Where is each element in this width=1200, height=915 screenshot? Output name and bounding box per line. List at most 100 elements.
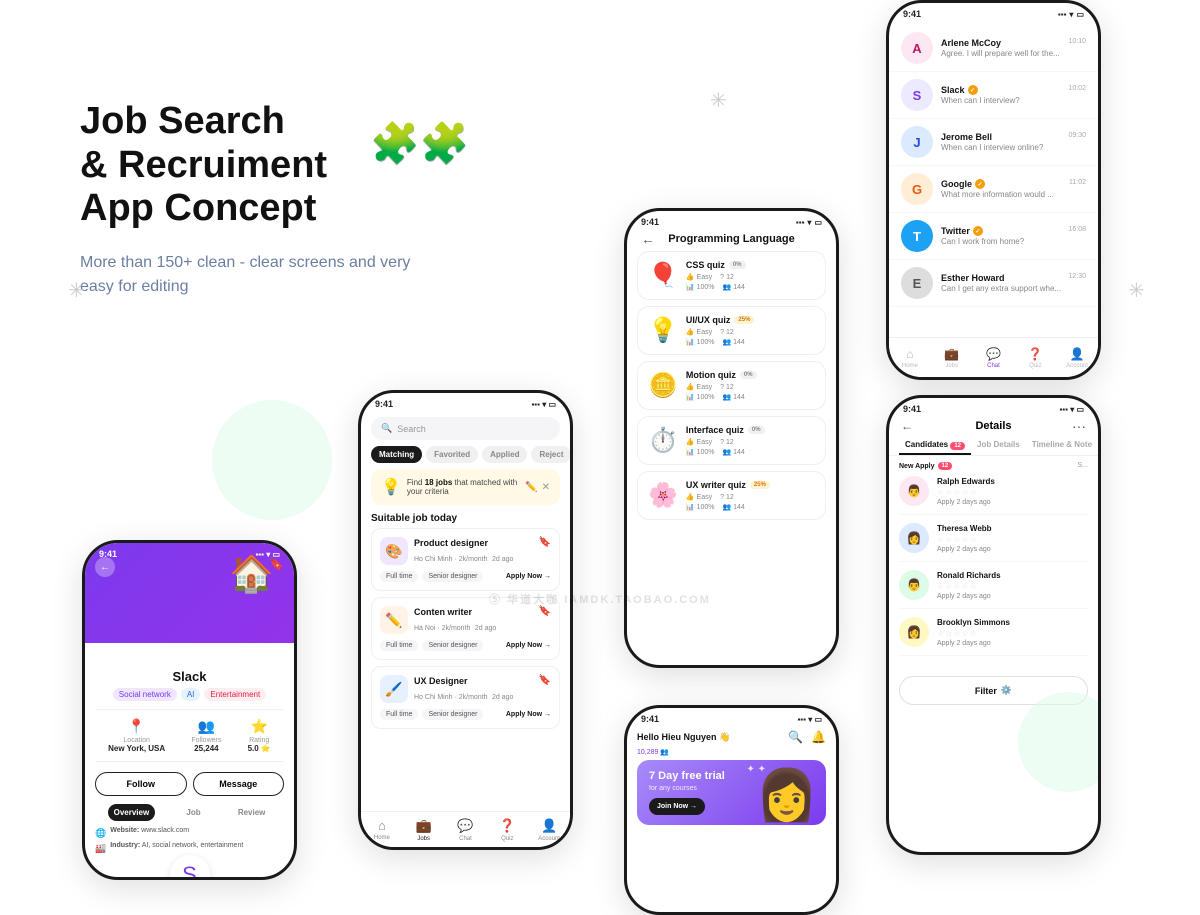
quiz-name: Interface quiz xyxy=(686,425,744,435)
tab-favorited[interactable]: Favorited xyxy=(426,446,478,463)
battery-icon: ▭ xyxy=(1076,10,1084,19)
quiz-card-uiux[interactable]: 💡 UI/UX quiz 25% 👍 Easy ? 12 📊 100% 👥 14… xyxy=(637,306,826,355)
chat-preview: Agree. I will prepare well for the... xyxy=(941,49,1071,58)
job-title: Conten writer xyxy=(414,607,472,617)
quiz-card-interface[interactable]: ⏱️ Interface quiz 0% 👍 Easy ? 12 📊 100% … xyxy=(637,416,826,465)
follow-button[interactable]: Follow xyxy=(95,772,187,796)
chat-item[interactable]: T Twitter ✓ 16:08 Can I work from home? xyxy=(889,213,1098,260)
tab-job[interactable]: Job xyxy=(180,804,206,821)
job-location: Ho Chi Minh · 2k/month xyxy=(414,694,488,701)
location-icon: 📍 xyxy=(108,718,165,735)
website-icon: 🌐 xyxy=(95,828,106,839)
nav-account[interactable]: 👤 Account xyxy=(1056,338,1098,377)
search-icon: 🔍 xyxy=(381,423,392,434)
candidate-avatar: 👨 xyxy=(899,476,929,506)
tab-job-details[interactable]: Job Details xyxy=(971,436,1026,455)
tab-matching[interactable]: Matching xyxy=(371,446,422,463)
avatar: G xyxy=(901,173,933,205)
puzzle-decoration: 🧩🧩 xyxy=(370,120,470,167)
star-rating: ☆☆☆☆☆ xyxy=(937,629,1088,638)
promo-banner[interactable]: 7 Day free trial for any courses Join No… xyxy=(637,760,826,825)
info-website: 🌐 Website: www.slack.com xyxy=(95,827,284,839)
nav-home[interactable]: ⌂ Home xyxy=(361,812,403,847)
tab-applied[interactable]: Applied xyxy=(482,446,527,463)
quiz-emoji: 🌸 xyxy=(648,481,678,510)
shortlist-button[interactable]: S... xyxy=(1077,462,1088,470)
chat-item[interactable]: J Jerome Bell 09:30 When can I interview… xyxy=(889,119,1098,166)
tab-timeline[interactable]: Timeline & Note xyxy=(1026,436,1098,455)
nav-home[interactable]: ⌂ Home xyxy=(889,338,931,377)
rating-value: 5.0 ⭐ xyxy=(248,744,271,753)
join-now-button[interactable]: Join Now → xyxy=(649,798,705,815)
nav-chat[interactable]: 💬 Chat xyxy=(973,338,1015,377)
tab-candidates[interactable]: Candidates 12 xyxy=(899,436,971,455)
close-banner-button[interactable]: ✕ xyxy=(542,482,550,493)
phone-promo: 9:41 ▪▪▪ ▾ ▭ Hello Hieu Nguyen 👋 🔍 🔔 10,… xyxy=(624,705,839,915)
nav-quiz[interactable]: ❓ Quiz xyxy=(486,812,528,847)
stat-rating: ⭐ Rating 5.0 ⭐ xyxy=(248,718,271,753)
phone-jobs: 9:41 ▪▪▪ ▾ ▭ 🔍 Search Matching Favorited… xyxy=(358,390,573,850)
tab-overview[interactable]: Overview xyxy=(108,804,156,821)
job-date: 2d ago xyxy=(492,556,513,563)
bottom-nav: ⌂ Home 💼 Jobs 💬 Chat ❓ Quiz 👤 Account xyxy=(361,811,570,847)
apply-button[interactable]: Apply Now → xyxy=(506,573,551,580)
candidate-row[interactable]: 👨 Ronald Richards ☆☆☆☆☆ Apply 2 days ago xyxy=(899,570,1088,609)
hero-subtitle: More than 150+ clean - clear screens and… xyxy=(80,251,420,299)
company-tags: Social network AI Entertainment xyxy=(95,688,284,701)
banner-text: Find 18 jobs that matched with your crit… xyxy=(407,478,519,496)
bell-icon[interactable]: 🔔 xyxy=(811,730,826,744)
quiz-header: ← Programming Language xyxy=(627,229,836,251)
home-icon: ⌂ xyxy=(378,818,386,833)
candidate-row[interactable]: 👩 Theresa Webb ☆☆☆☆☆ Apply 2 days ago xyxy=(899,523,1088,562)
action-buttons: Follow Message xyxy=(95,772,284,796)
company-body: Slack Social network AI Entertainment 📍 … xyxy=(85,643,294,865)
job-location: Ho Chi Minh · 2k/month xyxy=(414,556,488,563)
avatar: S xyxy=(901,79,933,111)
tab-reject[interactable]: Reject xyxy=(531,446,570,463)
candidate-row[interactable]: 👨 Ralph Edwards ☆☆☆☆☆ Apply 2 days ago xyxy=(899,476,1088,515)
chat-name: Slack ✓ xyxy=(941,85,978,95)
quiz-card-uxwriter[interactable]: 🌸 UX writer quiz 25% 👍 Easy ? 12 📊 100% … xyxy=(637,471,826,520)
chat-item[interactable]: A Arlene McCoy 10:10 Agree. I will prepa… xyxy=(889,25,1098,72)
candidate-name: Theresa Webb xyxy=(937,524,1088,533)
tab-review[interactable]: Review xyxy=(232,804,272,821)
chat-item[interactable]: S Slack ✓ 10:02 When can I interview? xyxy=(889,72,1098,119)
phone1-status: 9:41 ▪▪▪ ▾ ▭ xyxy=(85,543,294,561)
phone-chat: 9:41 ▪▪▪ ▾ ▭ A Arlene McCoy 10:10 Agree.… xyxy=(886,0,1101,380)
job-card-product[interactable]: 🎨 Product designer 🔖 Ho Chi Minh · 2k/mo… xyxy=(371,528,560,591)
verified-icon: ✓ xyxy=(975,179,985,189)
quiz-name: UI/UX quiz xyxy=(686,315,731,325)
nav-chat[interactable]: 💬 Chat xyxy=(445,812,487,847)
company-name: Slack xyxy=(95,669,284,684)
edit-banner-button[interactable]: ✏️ xyxy=(525,482,537,493)
quiz-card-motion[interactable]: 🪙 Motion quiz 0% 👍 Easy ? 12 📊 100% 👥 14… xyxy=(637,361,826,410)
apply-button[interactable]: Apply Now → xyxy=(506,711,551,718)
filter-tabs: Matching Favorited Applied Reject xyxy=(361,446,570,463)
search-bar[interactable]: 🔍 Search xyxy=(371,417,560,440)
quiz-card-css[interactable]: 🎈 CSS quiz 0% 👍 Easy ? 12 📊 100% 👥 144 xyxy=(637,251,826,300)
nav-jobs[interactable]: 💼 Jobs xyxy=(931,338,973,377)
job-card-ux[interactable]: 🖌️ UX Designer 🔖 Ho Chi Minh · 2k/month … xyxy=(371,666,560,729)
chat-item[interactable]: G Google ✓ 11:02 What more information w… xyxy=(889,166,1098,213)
quiz-badge: 0% xyxy=(740,371,757,379)
apply-button[interactable]: Apply Now → xyxy=(506,642,551,649)
stat-followers: 👥 Followers 25,244 xyxy=(191,718,221,753)
back-button[interactable]: ← xyxy=(641,231,655,247)
search-icon[interactable]: 🔍 xyxy=(788,730,803,744)
company-tabs: Overview Job Review xyxy=(95,804,284,821)
account-icon: 👤 xyxy=(541,818,557,834)
followers-icon: 👥 xyxy=(191,718,221,735)
nav-account[interactable]: 👤 Account xyxy=(528,812,570,847)
chat-item[interactable]: E Esther Howard 12:30 Can I get any extr… xyxy=(889,260,1098,307)
phone3-status: 9:41 ▪▪▪ ▾ ▭ xyxy=(627,211,836,229)
back-button[interactable]: ← xyxy=(901,419,913,433)
candidate-row[interactable]: 👩 Brooklyn Simmons ☆☆☆☆☆ Apply 2 days ag… xyxy=(899,617,1088,656)
message-button[interactable]: Message xyxy=(193,772,285,796)
phone2-status: 9:41 ▪▪▪ ▾ ▭ xyxy=(361,393,570,411)
candidate-name: Ronald Richards xyxy=(937,571,1088,580)
nav-jobs[interactable]: 💼 Jobs xyxy=(403,812,445,847)
phone-company: 9:41 ▪▪▪ ▾ ▭ ← 🔖 🏠 S Slack Social networ… xyxy=(82,540,297,880)
nav-quiz[interactable]: ❓ Quiz xyxy=(1014,338,1056,377)
more-button[interactable]: ··· xyxy=(1072,418,1086,434)
bulb-icon: 💡 xyxy=(381,477,401,497)
